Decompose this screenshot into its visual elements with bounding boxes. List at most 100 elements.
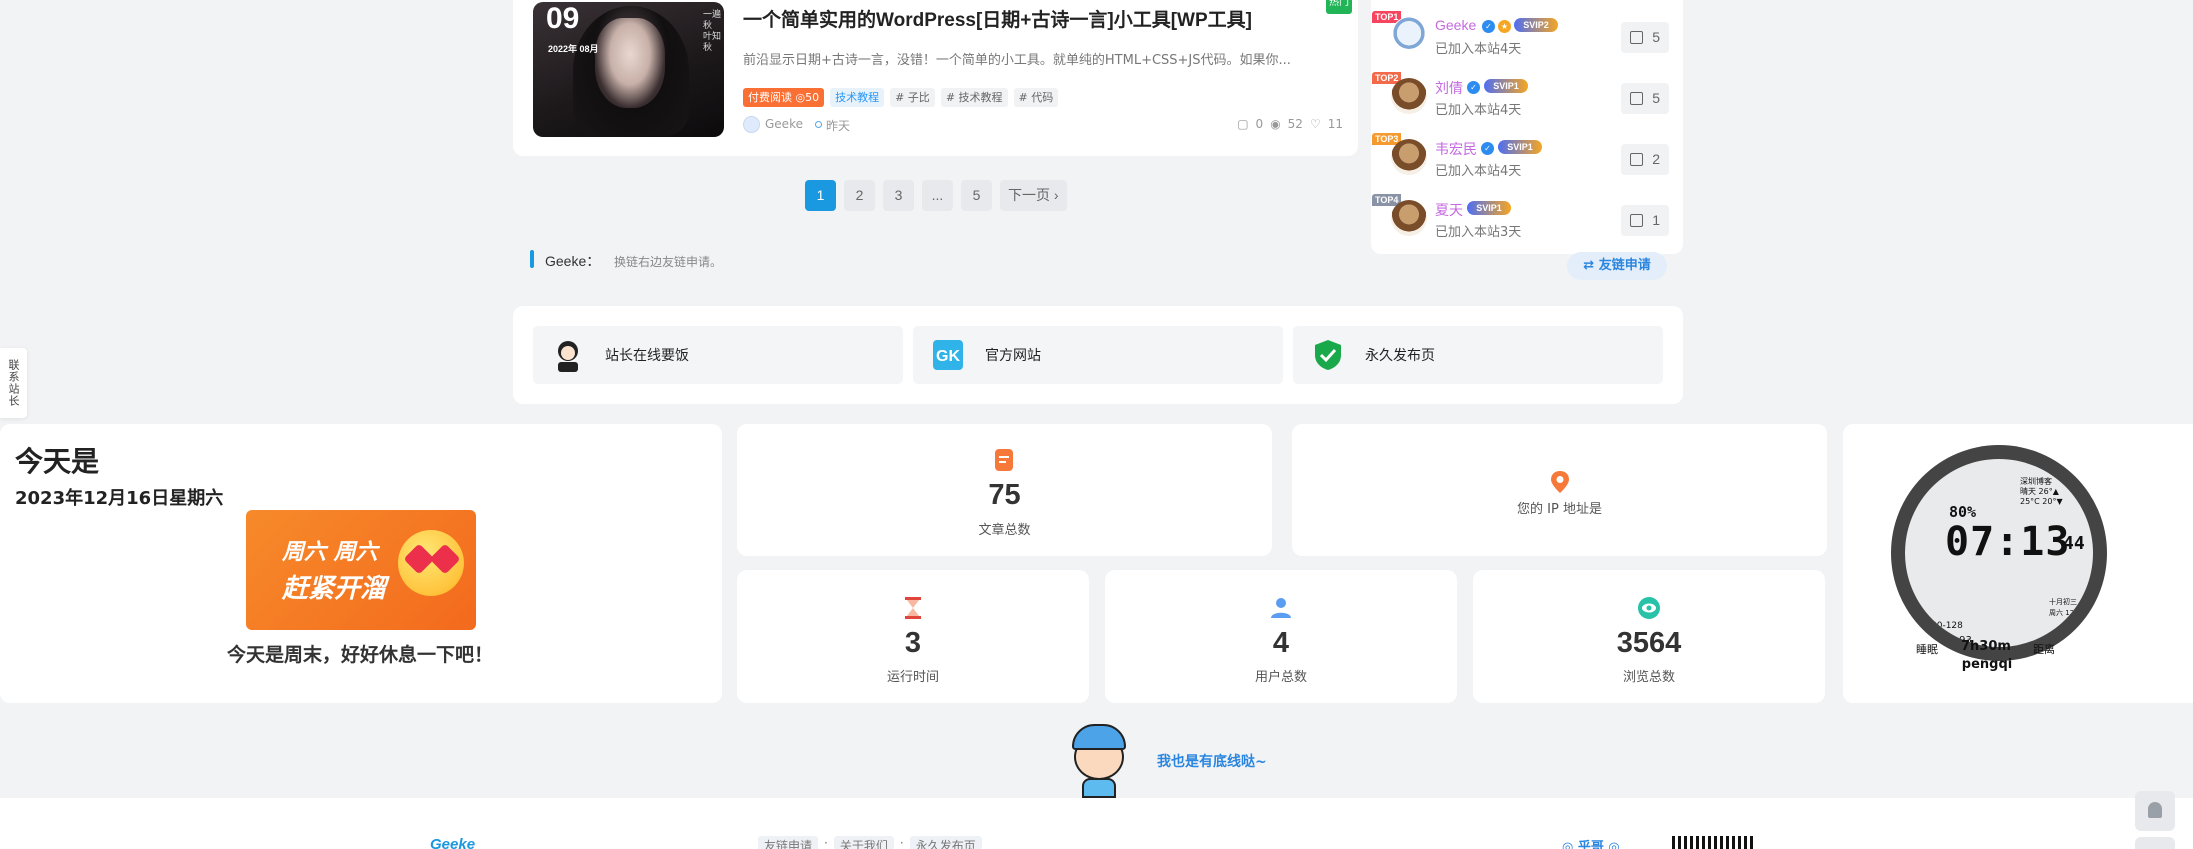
ranking-item[interactable]: TOP1 Geeke ✓ ★ SVIP2 已加入本站4天 5 <box>1371 8 1683 64</box>
pagination: 1 2 3 ... 5 下一页 › <box>805 180 1067 211</box>
svg-text:GK: GK <box>936 348 960 365</box>
footer-link[interactable]: 友链申请 <box>758 836 819 849</box>
footer: Geeke 友链申请 · 关于我们 · 永久发布页 ◎ 乎哥 ◎ <box>0 798 2193 849</box>
avatar[interactable] <box>1391 139 1427 175</box>
mascot-icon <box>1068 722 1130 798</box>
post-thumbnail[interactable]: 09 2022年 08月 一遍秋 叶知秋 <box>533 2 724 137</box>
page-ellipsis: ... <box>922 180 953 211</box>
post-time: 昨天 <box>826 119 851 133</box>
shield-check-icon <box>1315 340 1341 370</box>
hourglass-icon <box>905 597 921 619</box>
watch-weather: 深圳博客 晴天 26°▲ 25°C 20°▼ <box>2020 477 2063 507</box>
next-page-button[interactable]: 下一页 › <box>1000 180 1067 211</box>
banner-line-1: 周六 周六 <box>282 540 378 565</box>
avatar[interactable] <box>1391 200 1427 236</box>
notice-accent-bar <box>530 250 534 268</box>
watch-date: 十月初三 周六 12-16 <box>2049 597 2086 619</box>
avatar[interactable] <box>1391 17 1427 53</box>
weekend-banner: 周六 周六 赶紧开溜 <box>246 510 476 630</box>
heart-icon <box>429 543 461 575</box>
ranking-item[interactable]: TOP2 刘倩 ✓ SVIP1 已加入本站4天 5 <box>1371 69 1683 125</box>
footer-brand: ◎ 乎哥 ◎ <box>1562 840 1620 849</box>
author-name[interactable]: Geeke <box>765 117 803 131</box>
paid-tag[interactable]: 付费阅读 ◎50 <box>743 88 825 107</box>
hot-badge: 热门 <box>1326 0 1352 14</box>
avatar[interactable] <box>1391 78 1427 114</box>
contact-owner-tab[interactable]: 联系站长 <box>0 348 27 418</box>
comment-icon: ▢ <box>1237 117 1249 131</box>
vip-badge: SVIP1 <box>1484 79 1528 93</box>
author-avatar[interactable] <box>743 116 760 133</box>
like-count: 11 <box>1327 117 1343 131</box>
friend-link-apply-button[interactable]: ⇄ 友链申请 <box>1567 252 1667 280</box>
watch-face: 80% 深圳博客 晴天 26°▲ 25°C 20°▼ 07:13 44 十月初三… <box>1905 459 2093 647</box>
views-stat: 3564 浏览总数 <box>1473 570 1825 703</box>
ranking-item[interactable]: TOP4 夏天 SVIP1 已加入本站3天 1 <box>1371 191 1683 247</box>
calendar-check-icon <box>1630 31 1643 44</box>
checkin-count: 5 <box>1621 83 1669 114</box>
category-tag[interactable]: 技术教程 <box>830 88 885 107</box>
page-2[interactable]: 2 <box>844 180 875 211</box>
today-heading: 今天是 <box>15 445 100 478</box>
runtime-count: 3 <box>904 627 922 659</box>
ranking-user-name[interactable]: 刘倩 <box>1435 78 1463 98</box>
checkin-count: 5 <box>1621 22 1669 53</box>
tag[interactable]: # 代码 <box>1013 88 1059 107</box>
avatar-icon <box>558 341 578 372</box>
post-meta: Geeke 昨天 ▢ 0 ◉ 52 ♡ 11 <box>743 116 1343 134</box>
mascot-body <box>1082 778 1116 798</box>
ranking-user-name[interactable]: 夏天 <box>1435 200 1463 220</box>
ranking-user-name[interactable]: 韦宏民 <box>1435 139 1477 159</box>
footer-logo[interactable]: Geeke <box>430 836 475 849</box>
footer-separator: · <box>824 836 828 849</box>
watch-distance-label: 距离 <box>2033 643 2055 656</box>
vip-badge: SVIP1 <box>1498 140 1542 154</box>
footer-separator: · <box>899 836 904 849</box>
tag[interactable]: # 技术教程 <box>940 88 1008 107</box>
post-title[interactable]: 一个简单实用的WordPress[日期+古诗一言]小工具[WP工具] <box>743 5 1252 32</box>
user-ranking: TOP1 Geeke ✓ ★ SVIP2 已加入本站4天 5 TOP2 刘倩 ✓… <box>1371 0 1683 254</box>
thumbnail-face <box>595 18 665 108</box>
count-value: 5 <box>1652 90 1660 106</box>
location-pin-icon <box>1551 471 1569 493</box>
end-of-page-text: 我也是有底线哒~ <box>1157 754 1267 770</box>
friend-apply-label: 友链申请 <box>1598 258 1651 273</box>
calendar-check-icon <box>1630 214 1643 227</box>
medal-icon: ★ <box>1498 20 1511 33</box>
thumbnail-day: 09 <box>546 2 580 35</box>
heart-icon: ♥ <box>1947 635 1960 646</box>
post-card[interactable]: 09 2022年 08月 一遍秋 叶知秋 一个简单实用的WordPress[日期… <box>513 0 1358 156</box>
quick-link-label: 站长在线要饭 <box>605 348 689 364</box>
quick-links: 站长在线要饭 GK 官方网站 永久发布页 <box>513 306 1683 404</box>
page-5[interactable]: 5 <box>961 180 992 211</box>
join-info: 已加入本站3天 <box>1435 225 1522 240</box>
float-top-button[interactable] <box>2135 837 2175 849</box>
page-1[interactable]: 1 <box>805 180 836 211</box>
thumbnail-month: 2022年 08月 <box>548 44 599 54</box>
quick-link-publish[interactable]: 永久发布页 <box>1293 326 1663 384</box>
watch-hr-range: 80-128 <box>1931 621 1963 631</box>
watch-sleep-label: 睡眠 <box>1916 643 1938 656</box>
float-notify-button[interactable] <box>2135 791 2175 831</box>
watch-time: 07:13 <box>1945 519 2071 565</box>
articles-stat: 75 文章总数 <box>737 424 1272 556</box>
footer-link[interactable]: 永久发布页 <box>909 836 982 849</box>
steps-value: 6723 <box>2052 635 2086 647</box>
views-label: 浏览总数 <box>1622 670 1675 685</box>
gk-logo-icon: GK <box>933 340 963 370</box>
watch-seconds: 44 <box>2063 533 2085 554</box>
ranking-item[interactable]: TOP3 韦宏民 ✓ SVIP1 已加入本站4天 2 <box>1371 130 1683 186</box>
articles-count: 75 <box>988 479 1021 511</box>
ranking-user-name[interactable]: Geeke <box>1435 17 1476 33</box>
quick-link-donate[interactable]: 站长在线要饭 <box>533 326 903 384</box>
footer-link[interactable]: 关于我们 <box>833 836 894 849</box>
footer-links: 友链申请 · 关于我们 · 永久发布页 <box>758 836 982 849</box>
tag[interactable]: # 子比 <box>890 88 935 107</box>
eye-icon: ◉ <box>1270 117 1281 131</box>
document-icon <box>995 449 1013 471</box>
quick-link-website[interactable]: GK 官方网站 <box>913 326 1283 384</box>
mascot-cap <box>1072 724 1126 750</box>
eye-icon <box>1638 597 1660 619</box>
page-3[interactable]: 3 <box>883 180 914 211</box>
watch-weather-desc: 晴天 26°▲ <box>2020 487 2059 496</box>
